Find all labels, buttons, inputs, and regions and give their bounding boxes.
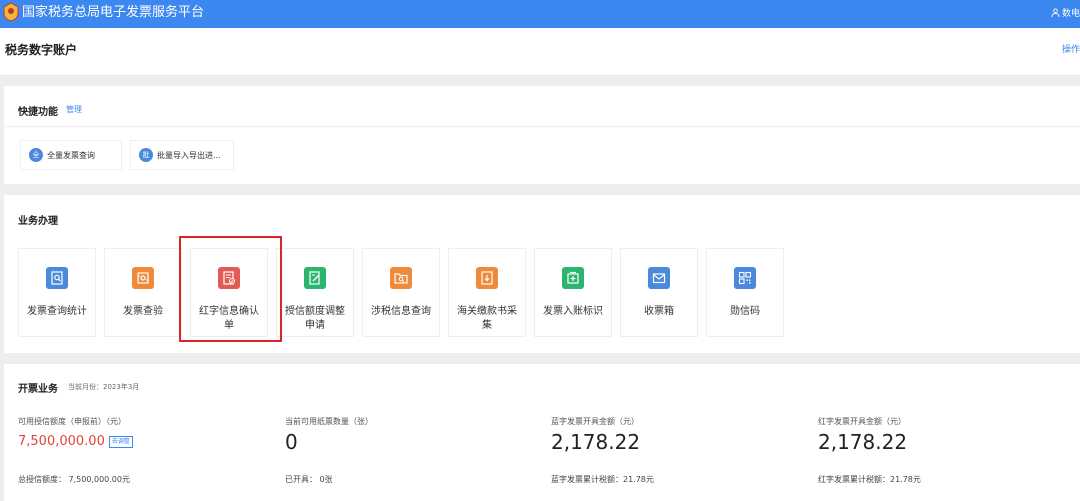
stat-available-credit: 可用授信额度（申报前）（元） 7,500,000.00 去调整 总授信额度： 7… — [18, 416, 133, 484]
tile-credit-code[interactable]: 勋信码 — [706, 248, 784, 337]
tile-tax-info-query[interactable]: 涉税信息查询 — [362, 248, 440, 337]
stat-sub: 已开具： 0张 — [285, 475, 333, 484]
stat-value: 2,178.22 — [551, 430, 641, 454]
tile-label: 发票查询统计 — [27, 306, 87, 317]
tile-label: 发票入账标识 — [543, 306, 603, 317]
current-month: 当前月份：2023年3月 — [68, 383, 140, 391]
highlight-box — [179, 236, 282, 342]
stat-paper-invoices: 当前可用纸票数量（张） 0 已开具： 0张 — [285, 416, 373, 484]
user-menu[interactable]: 数电 — [1051, 6, 1080, 19]
business-handling-title: 业务办理 — [18, 216, 58, 227]
tile-invoice-accounting-mark[interactable]: 发票入账标识 — [534, 248, 612, 337]
stat-label: 可用授信额度（申报前）（元） — [18, 417, 126, 426]
quick-batch-import-export-button[interactable]: 批 批量导入导出进... — [130, 140, 234, 170]
batch-icon: 批 — [139, 148, 153, 162]
tile-label: 发票查验 — [123, 306, 163, 317]
divider — [4, 126, 1080, 127]
download-doc-icon — [476, 267, 498, 289]
quick-full-invoice-query-button[interactable]: 全 全量发票查询 — [20, 140, 122, 170]
folder-search-icon — [390, 267, 412, 289]
tax-emblem-icon — [3, 2, 19, 22]
stat-sub: 红字发票累计税额：21.78元 — [818, 475, 921, 484]
edit-doc-icon — [304, 267, 326, 289]
stat-red-invoice-amount: 红字发票开具金额（元） 2,178.22 红字发票累计税额：21.78元 — [818, 416, 921, 484]
stat-value: 0 — [285, 430, 298, 454]
mail-icon — [648, 267, 670, 289]
stat-label: 红字发票开具金额（元） — [818, 417, 906, 426]
stat-value: 7,500,000.00 — [18, 434, 105, 449]
stat-sub: 蓝字发票累计税额：21.78元 — [551, 475, 654, 484]
user-icon — [1051, 8, 1060, 17]
quick-button-label: 批量导入导出进... — [157, 150, 221, 160]
tile-invoice-verification[interactable]: 发票查验 — [104, 248, 182, 337]
stat-sub: 总授信额度： 7,500,000.00元 — [18, 475, 130, 484]
quick-button-label: 全量发票查询 — [47, 150, 95, 160]
stat-blue-invoice-amount: 蓝字发票开具金额（元） 2,178.22 蓝字发票累计税额：21.78元 — [551, 416, 654, 484]
manage-link[interactable]: 管理 — [66, 104, 82, 115]
tile-label: 海关缴款书采集 — [457, 306, 517, 331]
invoice-business-card: 开票业务 当前月份：2023年3月 可用授信额度（申报前）（元） 7,500,0… — [4, 364, 1080, 501]
user-name: 数电 — [1061, 9, 1080, 19]
stat-value: 2,178.22 — [818, 430, 908, 454]
platform-title: 国家税务总局电子发票服务平台 — [22, 5, 205, 20]
page-header: 税务数字账户 操作 — [0, 28, 1080, 76]
quick-functions-title: 快捷功能 — [18, 107, 58, 118]
stat-label: 蓝字发票开具金额（元） — [551, 417, 639, 426]
tile-label: 勋信码 — [730, 306, 760, 317]
qr-icon — [734, 267, 756, 289]
stat-label: 当前可用纸票数量（张） — [285, 417, 373, 426]
top-bar: 国家税务总局电子发票服务平台 数电 — [0, 0, 1080, 28]
tile-label: 涉税信息查询 — [371, 306, 431, 317]
tile-credit-adjustment[interactable]: 授信额度调整申请 — [276, 248, 354, 337]
full-query-icon: 全 — [29, 148, 43, 162]
adjust-button[interactable]: 去调整 — [108, 436, 133, 448]
tile-invoice-query-stats[interactable]: 发票查询统计 — [18, 248, 96, 337]
tile-label: 授信额度调整申请 — [285, 306, 345, 331]
business-handling-card: 业务办理 发票查询统计 发票查验 红字信息确认单 授信额度调整申请 涉税信息查询 — [4, 195, 1080, 353]
mark-icon — [562, 267, 584, 289]
tile-label: 收票箱 — [644, 306, 674, 317]
invoice-business-title: 开票业务 — [18, 384, 58, 395]
search-doc-icon — [46, 267, 68, 289]
operation-link[interactable]: 操作 — [1062, 42, 1080, 55]
tile-invoice-inbox[interactable]: 收票箱 — [620, 248, 698, 337]
quick-functions-card: 快捷功能 管理 全 全量发票查询 批 批量导入导出进... — [4, 86, 1080, 184]
page-title: 税务数字账户 — [5, 43, 78, 57]
scan-icon — [132, 267, 154, 289]
tile-customs-payment-collection[interactable]: 海关缴款书采集 — [448, 248, 526, 337]
